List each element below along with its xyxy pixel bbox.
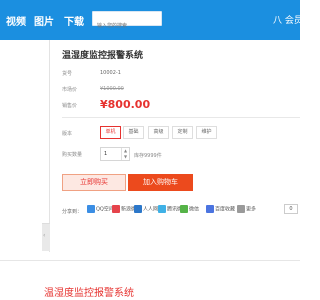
divider	[62, 117, 300, 118]
nav-item-download[interactable]: 下载	[64, 13, 84, 28]
sale-price: ¥800.00	[100, 98, 151, 111]
share-more[interactable]: 更多	[237, 205, 256, 215]
gallery-slider-handle[interactable]: ‹	[42, 223, 50, 251]
spec-option[interactable]: 维护	[196, 126, 217, 139]
buy-now-button[interactable]: 立即购买	[62, 174, 126, 191]
chevron-left-icon: ‹	[43, 232, 46, 239]
spec-option[interactable]: 定制	[172, 126, 193, 139]
tencent-weibo-icon	[158, 205, 166, 213]
spec-option-selected[interactable]: 单机	[100, 126, 121, 139]
spec-option[interactable]: 基础	[123, 126, 144, 139]
share-wechat[interactable]: 微信	[180, 205, 199, 215]
weibo-icon	[112, 205, 120, 213]
product-title: 温湿度监控报警系统	[62, 51, 144, 61]
share-qzone[interactable]: QQ空间	[87, 205, 114, 215]
add-to-cart-button[interactable]: 加入购物车	[128, 174, 193, 191]
renren-icon	[134, 205, 142, 213]
share-label: 分享到：	[62, 209, 83, 215]
top-navigation-bar: 视频 图片 下载 八 会员	[0, 0, 303, 40]
more-icon	[237, 205, 245, 213]
sale-price-label: 销售价	[62, 103, 78, 109]
share-baidu[interactable]: 百度收藏	[206, 205, 235, 215]
wechat-icon	[180, 205, 188, 213]
quantity-label: 购买数量	[62, 152, 83, 158]
baidu-icon	[206, 205, 214, 213]
market-price-label: 市场价	[62, 87, 78, 93]
product-code: 10002-1	[100, 70, 121, 76]
product-code-label: 货号	[62, 71, 73, 77]
nav-item-images[interactable]: 图片	[34, 13, 54, 28]
user-link[interactable]: 八 会员	[273, 13, 303, 26]
quantity-stepper[interactable]: 1 ▲ ▼	[100, 147, 130, 161]
spec-option[interactable]: 高级	[148, 126, 169, 139]
detail-section-title: 温湿度监控报警系统	[44, 288, 134, 299]
search-input[interactable]	[93, 19, 161, 33]
spec-label: 版本	[62, 131, 73, 137]
market-price: ¥1000.00	[100, 86, 124, 92]
product-image-panel	[0, 40, 50, 252]
nav-item-video[interactable]: 视频	[6, 13, 26, 28]
stock-text: 库存9999件	[134, 153, 162, 159]
share-renren[interactable]: 人人网	[134, 205, 158, 215]
quantity-value: 1	[104, 151, 108, 157]
stepper-arrows-icon[interactable]: ▲ ▼	[121, 148, 129, 160]
search-box	[92, 11, 162, 33]
section-divider	[0, 260, 300, 261]
qzone-icon	[87, 205, 95, 213]
share-count-badge: 0	[284, 204, 298, 214]
